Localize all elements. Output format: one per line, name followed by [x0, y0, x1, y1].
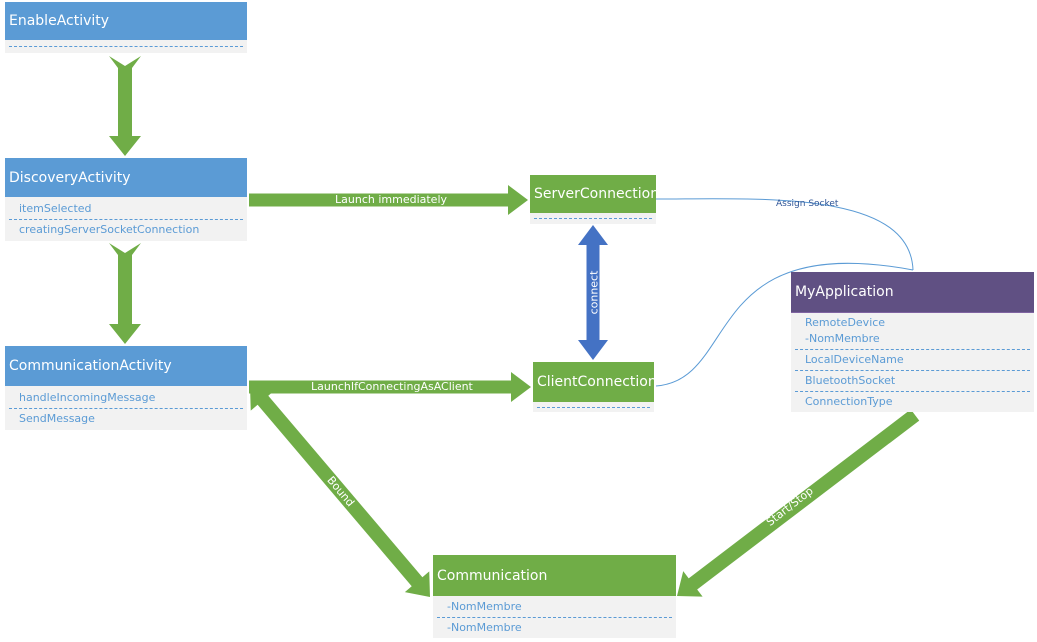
enable-to-discovery-arrow	[109, 56, 141, 156]
field-nom-membre-1: -NomMembre	[447, 600, 522, 613]
enable-activity-box[interactable]: EnableActivity	[5, 2, 247, 53]
method-creating-server-socket: creatingServerSocketConnection	[19, 223, 200, 236]
communication-activity-box[interactable]: CommunicationActivity handleIncomingMess…	[5, 346, 247, 430]
method-item-selected: itemSelected	[19, 202, 92, 215]
field-nom-membre-2: -NomMembre	[447, 621, 522, 634]
field-local-device-name: LocalDeviceName	[805, 353, 904, 366]
divider	[534, 218, 652, 219]
my-application-title: MyApplication	[791, 272, 1034, 313]
assign-socket-line	[655, 198, 914, 271]
my-application-box[interactable]: MyApplication RemoteDevice -NomMembre Lo…	[791, 272, 1034, 412]
field-nom-membre: -NomMembre	[805, 332, 880, 345]
server-connection-title: ServerConnection	[530, 175, 659, 213]
divider	[9, 46, 243, 47]
server-connection-box[interactable]: ServerConnection	[530, 175, 659, 224]
assign-socket-label: Assign Socket	[776, 199, 839, 209]
discovery-activity-box[interactable]: DiscoveryActivity itemSelected creatingS…	[5, 158, 247, 241]
field-remote-device: RemoteDevice	[805, 316, 886, 329]
communication-title: Communication	[433, 555, 676, 596]
method-handle-incoming: handleIncomingMessage	[19, 391, 156, 404]
field-bluetooth-socket: BluetoothSocket	[805, 374, 896, 387]
discovery-activity-title: DiscoveryActivity	[5, 158, 247, 197]
field-connection-type: ConnectionType	[805, 395, 893, 408]
client-connection-box[interactable]: ClientConnection	[533, 362, 657, 412]
client-connection-title: ClientConnection	[533, 362, 657, 402]
method-send-message: SendMessage	[19, 412, 95, 425]
discovery-to-communication-activity-arrow	[109, 243, 141, 344]
communication-box[interactable]: Communication -NomMembre -NomMembre	[433, 555, 676, 638]
connect-label: connect	[587, 270, 601, 315]
launch-client-label: LaunchIfConnectingAsAClient	[311, 380, 473, 393]
enable-activity-title: EnableActivity	[5, 2, 247, 40]
launch-immediately-label: Launch immediately	[335, 193, 448, 206]
divider	[537, 407, 650, 408]
communication-activity-title: CommunicationActivity	[5, 346, 247, 386]
